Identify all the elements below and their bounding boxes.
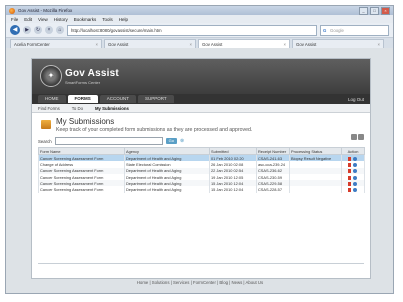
subnav-my-submissions[interactable]: My Submissions xyxy=(95,106,129,111)
column-header[interactable]: Receipt Number xyxy=(256,147,290,155)
main-content: My Submissions Keep track of your comple… xyxy=(32,113,370,268)
browser-window: Gov Assist - Mozilla Firefox _ □ × File … xyxy=(5,5,394,294)
list-view-icon[interactable] xyxy=(351,134,357,140)
cell-agency: Department of Health and Aging xyxy=(124,186,210,193)
menu-edit[interactable]: Edit xyxy=(24,17,32,22)
submissions-table: Form Name Agency Submitted Receipt Numbe… xyxy=(38,147,365,193)
cell-status xyxy=(289,186,342,193)
cell-submitted: 01 Feb 2010 02:20 xyxy=(209,154,257,162)
menu-history[interactable]: History xyxy=(54,17,68,22)
cell-actions xyxy=(341,186,365,193)
menu-file[interactable]: File xyxy=(11,17,18,22)
cell-agency: Department of Health and Aging xyxy=(124,154,210,162)
column-header: Action xyxy=(341,147,365,155)
view-toggle xyxy=(351,134,364,140)
column-header[interactable]: Submitted xyxy=(209,147,257,155)
stop-icon[interactable]: × xyxy=(45,26,53,34)
cell-submitted: 15 Jan 2010 12:04 xyxy=(209,186,257,193)
nav-support[interactable]: SUPPORT xyxy=(138,95,174,103)
pdf-icon[interactable] xyxy=(347,169,351,174)
submissions-table-wrapper: Form Name Agency Submitted Receipt Numbe… xyxy=(38,147,365,264)
column-header[interactable]: Form Name xyxy=(38,147,125,155)
eagle-seal-icon: ✦ xyxy=(40,65,62,87)
site-container: ✦ Gov Assist SmartForms Center HOME FORM… xyxy=(31,58,371,279)
menu-tools[interactable]: Tools xyxy=(102,17,113,22)
folder-icon xyxy=(41,120,51,129)
menu-view[interactable]: View xyxy=(38,17,48,22)
logo-name: Gov Assist xyxy=(65,67,119,79)
column-header[interactable]: Agency xyxy=(124,147,210,155)
sub-nav: Find Forms To Do My Submissions xyxy=(32,104,370,113)
page-viewport: ✦ Gov Assist SmartForms Center HOME FORM… xyxy=(6,48,393,293)
pdf-icon[interactable] xyxy=(347,181,351,186)
title-bar: Gov Assist - Mozilla Firefox _ □ × xyxy=(6,6,393,15)
table-row[interactable]: Cancer Screening Assessment Form Departm… xyxy=(38,154,365,162)
firefox-icon xyxy=(9,7,15,14)
column-header[interactable]: Processing Status xyxy=(289,147,342,155)
search-engine-box[interactable]: Google xyxy=(320,24,389,36)
info-icon[interactable] xyxy=(352,188,357,193)
home-icon[interactable]: ⌂ xyxy=(56,26,64,34)
navigation-toolbar: ◀ ▶ ↻ × ⌂ http://localhost:8080/govassis… xyxy=(6,23,393,38)
table-row[interactable]: Cancer Screening Assessment Form Departm… xyxy=(38,186,365,193)
cell-form-name: Cancer Screening Assessment Form xyxy=(38,154,125,162)
menu-help[interactable]: Help xyxy=(119,17,128,22)
pdf-icon[interactable] xyxy=(347,162,351,167)
logout-link[interactable]: Log Out xyxy=(348,97,364,102)
page-title: My Submissions xyxy=(56,117,115,126)
cell-receipt: CSAS-228-57 xyxy=(256,186,290,193)
cell-status: Biopsy Result Negative xyxy=(289,154,342,162)
info-icon[interactable] xyxy=(352,169,357,174)
site-footer[interactable]: Home | Solutions | Services | FormCenter… xyxy=(31,280,369,285)
minimize-button[interactable]: _ xyxy=(359,6,368,15)
nav-home[interactable]: HOME xyxy=(38,95,66,103)
info-icon[interactable] xyxy=(352,175,357,180)
go-button[interactable]: Go xyxy=(165,138,177,144)
pdf-icon[interactable] xyxy=(347,156,351,161)
subnav-to-do[interactable]: To Do xyxy=(72,106,83,111)
nav-account[interactable]: ACCOUNT xyxy=(99,95,136,103)
forward-icon[interactable]: ▶ xyxy=(23,26,31,34)
table-header-row: Form Name Agency Submitted Receipt Numbe… xyxy=(38,147,365,155)
search-label: Search xyxy=(38,138,52,144)
reload-icon[interactable]: ↻ xyxy=(34,26,42,34)
nav-forms[interactable]: FORMS xyxy=(67,95,98,103)
back-icon[interactable]: ◀ xyxy=(10,25,20,35)
page-description: Keep track of your completed form submis… xyxy=(56,127,253,133)
clear-search-icon[interactable]: ⊗ xyxy=(180,138,185,144)
info-icon[interactable] xyxy=(352,181,357,186)
search-row: Search Go ⊗ xyxy=(38,134,364,145)
close-button[interactable]: × xyxy=(381,6,390,15)
url-bar[interactable]: http://localhost:8080/govassist/secure/m… xyxy=(67,24,317,36)
cell-receipt: asc-coa-239-24 xyxy=(256,161,290,168)
page-header: My Submissions Keep track of your comple… xyxy=(38,117,364,133)
cell-actions xyxy=(341,154,365,162)
cell-receipt: CSAS-241-63 xyxy=(256,154,290,162)
logo[interactable]: ✦ Gov Assist SmartForms Center xyxy=(40,65,119,87)
window-title: Gov Assist - Mozilla Firefox xyxy=(18,8,73,13)
maximize-button[interactable]: □ xyxy=(370,6,379,15)
menu-bookmarks[interactable]: Bookmarks xyxy=(74,17,97,22)
main-nav: HOME FORMS ACCOUNT SUPPORT Log Out xyxy=(32,94,370,104)
info-icon[interactable] xyxy=(352,162,357,167)
info-icon[interactable] xyxy=(352,156,357,161)
site-header: ✦ Gov Assist SmartForms Center xyxy=(32,59,370,94)
subnav-find-forms[interactable]: Find Forms xyxy=(38,106,60,111)
grid-view-icon[interactable] xyxy=(358,134,364,140)
pdf-icon[interactable] xyxy=(347,175,351,180)
logo-subtitle: SmartForms Center xyxy=(65,79,101,85)
cell-form-name: Cancer Screening Assessment Form xyxy=(38,186,125,193)
menu-bar: File Edit View History Bookmarks Tools H… xyxy=(6,15,393,23)
pdf-icon[interactable] xyxy=(347,188,351,193)
search-input[interactable] xyxy=(54,137,163,145)
